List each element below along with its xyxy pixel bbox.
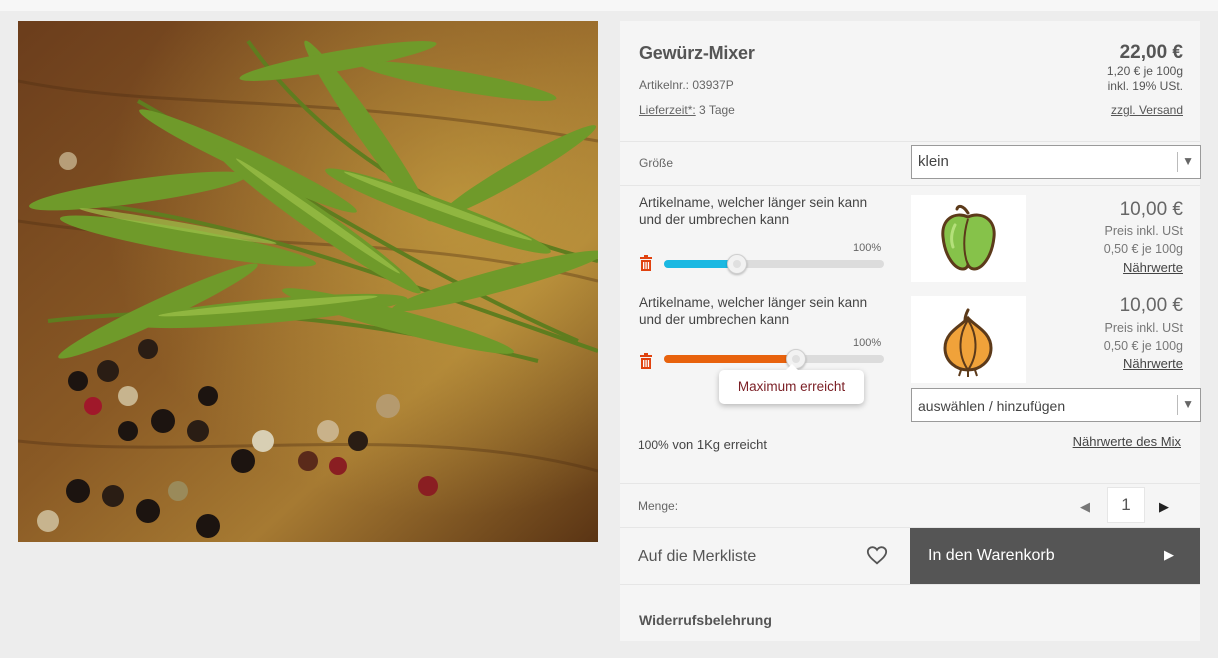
quantity-decrease-button[interactable]: ◀ [1080, 499, 1090, 515]
mix-item-slider[interactable] [664, 254, 884, 274]
mix-progress-text: von 1Kg erreicht [672, 437, 767, 452]
mix-item-percent: 100% [853, 337, 882, 349]
mix-item-unit-price: 0,50 € je 100g [1103, 242, 1183, 256]
slider-handle[interactable] [727, 254, 747, 274]
mix-progress-summary: 100% von 1Kg erreicht [638, 437, 767, 452]
mix-item-price-note: Preis inkl. USt [1104, 224, 1184, 238]
product-title: Gewürz-Mixer [639, 43, 755, 63]
quantity-input[interactable]: 1 [1107, 487, 1145, 523]
size-label: Größe [639, 156, 674, 170]
mix-item-name: Artikelname, welcher länger sein kann un… [639, 195, 868, 227]
divider [620, 141, 1200, 142]
delivery-time: Lieferzeit*: 3 Tage [639, 103, 735, 117]
size-select-value: klein [918, 153, 949, 170]
select-separator [1177, 152, 1178, 172]
quantity-label: Menge: [638, 499, 679, 513]
mix-item-image [911, 296, 1026, 383]
add-ingredient-select-value: auswählen / hinzufügen [918, 398, 1066, 414]
mix-item-name: Artikelname, welcher länger sein kann un… [639, 295, 868, 327]
divider [620, 185, 1200, 186]
mix-progress-percent: 100% [638, 438, 669, 452]
heart-icon[interactable] [866, 544, 888, 566]
mix-item-nutrition-link[interactable]: Nährwerte [1123, 356, 1183, 371]
add-to-cart-label: In den Warenkorb [928, 547, 1055, 564]
product-price: 22,00 € [1119, 42, 1183, 63]
size-select[interactable]: klein ▼ [911, 145, 1201, 179]
trash-icon[interactable] [639, 255, 653, 271]
delivery-time-link[interactable]: Lieferzeit*: [639, 103, 696, 117]
product-panel: Gewürz-Mixer Artikelnr.: 03937P Lieferze… [620, 21, 1201, 641]
divider [620, 584, 1200, 585]
add-ingredient-select[interactable]: auswählen / hinzufügen ▼ [911, 388, 1201, 422]
mix-item-price: 10,00 € [1119, 199, 1183, 220]
quantity-increase-button[interactable]: ▶ [1159, 499, 1169, 515]
select-separator [1177, 395, 1178, 415]
shipping-link[interactable]: zzgl. Versand [1111, 103, 1183, 117]
article-number: Artikelnr.: 03937P [639, 78, 734, 92]
wishlist-link[interactable]: Auf die Merkliste [638, 548, 756, 566]
onion-icon [943, 308, 993, 377]
slider-fill [664, 355, 796, 363]
mix-item-nutrition-link[interactable]: Nährwerte [1123, 260, 1183, 275]
mix-item-unit-price: 0,50 € je 100g [1103, 339, 1183, 353]
mix-item-slider[interactable] [664, 349, 884, 369]
arrow-right-icon: ▶ [1164, 547, 1174, 562]
pepper-icon [941, 204, 996, 271]
chevron-down-icon: ▼ [1182, 397, 1194, 411]
product-image [18, 21, 598, 542]
mix-item-price: 10,00 € [1119, 295, 1183, 316]
mix-item-percent: 100% [853, 242, 882, 254]
mix-item-image [911, 195, 1026, 282]
unit-price: 1,20 € je 100g [1106, 64, 1183, 78]
divider [620, 483, 1200, 484]
mix-item-price-note: Preis inkl. USt [1104, 321, 1184, 335]
trash-icon[interactable] [639, 353, 653, 369]
max-reached-tooltip: Maximum erreicht [719, 364, 864, 404]
add-to-cart-button[interactable]: In den Warenkorb ▶ [910, 528, 1200, 584]
mix-nutrition-link[interactable]: Nährwerte des Mix [1073, 434, 1181, 449]
top-bar [0, 0, 1218, 11]
withdrawal-section-title[interactable]: Widerrufsbelehrung [639, 612, 772, 628]
chevron-down-icon: ▼ [1182, 154, 1194, 168]
delivery-time-value: 3 Tage [699, 103, 735, 117]
vat-note: inkl. 19% USt. [1107, 79, 1183, 93]
